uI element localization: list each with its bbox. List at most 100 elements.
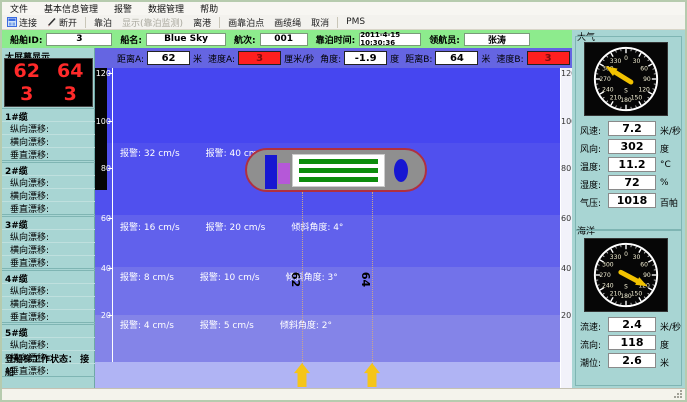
wind-speed-unit: 米/秒 (660, 124, 681, 137)
cancel-button[interactable]: 取消 (306, 16, 334, 29)
measurement-bar: 距离A: 62 米 速度A: 3 厘米/秒 角度: -1.9 度 距离B: 64… (95, 48, 572, 68)
temperature-unit: °C (660, 160, 671, 170)
lateral-drift-row: 横向漂移: (2, 296, 95, 309)
menu-file[interactable]: 文件 (2, 2, 36, 15)
disconnect-button[interactable]: 断开 (42, 16, 82, 29)
menu-data-mgmt[interactable]: 数据管理 (140, 2, 192, 15)
tick-mark (108, 315, 113, 316)
pressure-field[interactable]: 1018 (608, 193, 656, 208)
distance-a-unit: 米 (193, 52, 202, 65)
tide-level-unit: 米 (660, 356, 669, 369)
big-display-panel: 62 64 3 3 (4, 58, 93, 107)
wind-direction-label: 风向: (580, 142, 601, 155)
svg-text:120: 120 (638, 87, 650, 94)
vertical-drift-row: 垂直漂移: (2, 201, 95, 214)
wind-direction-field[interactable]: 302 (608, 139, 656, 154)
ship-name-field[interactable]: Blue Sky (146, 33, 226, 46)
distance-b-field[interactable]: 64 (435, 51, 478, 65)
speed-b-field[interactable]: 3 (527, 51, 570, 65)
pen-icon (47, 17, 57, 27)
current-direction-field[interactable]: 118 (608, 335, 656, 350)
longitudinal-drift-row: 纵向漂移: (2, 337, 95, 350)
left-axis-line (112, 68, 113, 362)
current-speed-row: 流速: 2.4 米/秒 (572, 316, 685, 334)
speed-a-label: 速度A: (208, 52, 235, 65)
svg-text:90: 90 (643, 76, 651, 83)
mooring-group-label: 2#缆 (2, 163, 95, 175)
connect-label: 连接 (19, 16, 37, 29)
menu-help[interactable]: 帮助 (192, 2, 226, 15)
display-speed-a: 3 (5, 83, 49, 107)
ship-bow-block (394, 159, 408, 182)
distance-a-field[interactable]: 62 (147, 51, 190, 65)
pressure-row: 气压: 1018 百帕 (572, 192, 685, 210)
display-distance-b: 64 (49, 59, 93, 83)
angle-field[interactable]: -1.9 (344, 51, 387, 65)
temperature-field[interactable]: 11.2 (608, 157, 656, 172)
berthing-button[interactable]: 靠泊 (89, 16, 117, 29)
tick-mark (108, 218, 113, 219)
berth-time-label: 靠泊时间: (316, 33, 356, 46)
mooring-group-1: 1#缆 纵向漂移: 横向漂移: 垂直漂移: (2, 108, 95, 161)
draw-berth-point-button[interactable]: 画靠泊点 (223, 16, 269, 29)
departure-button[interactable]: 离港 (188, 16, 216, 29)
pms-button[interactable]: PMS (341, 16, 370, 29)
ship-stern-block (265, 155, 277, 189)
pressure-label: 气压: (580, 196, 601, 209)
vertical-drift-row: 垂直漂移: (2, 147, 95, 160)
svg-text:270: 270 (599, 76, 611, 83)
distance-a-label: 距离A: (117, 52, 144, 65)
svg-text:60: 60 (640, 66, 648, 73)
speed-a-field[interactable]: 3 (238, 51, 281, 65)
dock-strip (95, 362, 572, 388)
alarm-thresholds-4: 报警: 4 cm/s报警: 5 cm/s倾斜角度: 2° (120, 318, 358, 331)
svg-text:S: S (624, 89, 628, 95)
tide-level-field[interactable]: 2.6 (608, 353, 656, 368)
resize-grip-icon[interactable] (674, 389, 683, 398)
menu-alarm[interactable]: 报警 (106, 2, 140, 15)
right-ruler (560, 68, 572, 388)
longitudinal-drift-row: 纵向漂移: (2, 175, 95, 188)
mooring-group-label: 5#缆 (2, 325, 95, 337)
connect-button[interactable]: 连接 (2, 16, 42, 29)
pressure-unit: 百帕 (660, 196, 678, 209)
angle-unit: 度 (390, 52, 399, 65)
deck-stripe (299, 159, 378, 164)
svg-text:210: 210 (610, 94, 622, 101)
connect-icon (7, 17, 17, 27)
voyage-no-field[interactable]: 001 (260, 33, 308, 46)
draw-mooring-line-button[interactable]: 画缆绳 (269, 16, 306, 29)
current-direction-unit: 度 (660, 338, 669, 351)
current-speed-field[interactable]: 2.4 (608, 317, 656, 332)
berth-time-field[interactable]: 2011-4-15 10:30:36 (359, 33, 421, 46)
humidity-label: 湿度: (580, 178, 601, 191)
ship-id-field[interactable]: 3 (46, 33, 112, 46)
tick-mark (108, 268, 113, 269)
tide-level-label: 潮位: (580, 356, 601, 369)
angle-label: 角度: (320, 52, 341, 65)
sensor-a-distance-label: 62 (289, 272, 302, 287)
voyage-info-bar: 船舶ID: 3 船名: Blue Sky 航次: 001 靠泊时间: 2011-… (2, 30, 572, 48)
menu-basic-info[interactable]: 基本信息管理 (36, 2, 106, 15)
toolbar-separator (85, 17, 86, 28)
axis-tick-120-right: 120 (561, 69, 572, 78)
display-distance-a: 62 (5, 59, 49, 83)
mooring-groups: 1#缆 纵向漂移: 横向漂移: 垂直漂移: 2#缆 纵向漂移: 横向漂移: 垂直… (2, 108, 95, 378)
humidity-field[interactable]: 72 (608, 175, 656, 190)
deck-stripe (299, 168, 378, 173)
pilot-label: 领航员: (429, 33, 460, 46)
current-speed-label: 流速: (580, 320, 601, 333)
toolbar-separator (337, 17, 338, 28)
display-speed-b: 3 (49, 83, 93, 107)
pilot-field[interactable]: 张涛 (464, 33, 530, 46)
display-berthing-monitor-button[interactable]: 显示(靠泊监测) (117, 16, 188, 29)
toolbar-separator (219, 17, 220, 28)
gangway-status-label: 登船梯工作状态： (5, 355, 77, 365)
wind-direction-unit: 度 (660, 142, 669, 155)
distance-b-label: 距离B: (405, 52, 432, 65)
speed-a-unit: 厘米/秒 (284, 52, 314, 65)
wind-speed-row: 风速: 7.2 米/秒 (572, 120, 685, 138)
menu-bar: 文件 基本信息管理 报警 数据管理 帮助 (2, 2, 685, 15)
wind-speed-field[interactable]: 7.2 (608, 121, 656, 136)
mooring-group-label: 4#缆 (2, 271, 95, 283)
